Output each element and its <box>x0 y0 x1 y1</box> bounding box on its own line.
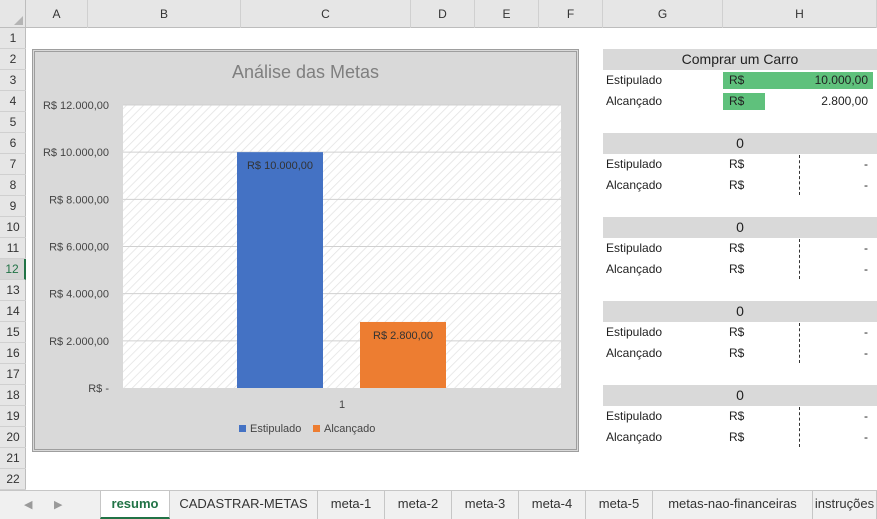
achieved-label[interactable]: Alcançado <box>606 343 662 364</box>
sheet-tab-bar: ◀ ▶ resumo CADASTRAR-METAS meta-1 meta-2 met… <box>0 490 877 519</box>
planned-label[interactable]: Estipulado <box>606 238 662 259</box>
legend-swatch <box>313 425 320 432</box>
column-header-h[interactable]: H <box>723 0 877 28</box>
currency-symbol[interactable]: R$ <box>729 322 744 343</box>
column-header-b[interactable]: B <box>88 0 241 28</box>
worksheet-grid[interactable]: Análise das Metas R$ - R$ 2.000,00 R$ 4.00… <box>26 28 877 490</box>
row-header-7[interactable]: 7 <box>0 154 26 175</box>
achieved-label[interactable]: Alcançado <box>606 259 662 280</box>
cell-border-dashed <box>799 323 800 363</box>
y-tick-label: R$ 10.000,00 <box>43 147 109 159</box>
column-header-d[interactable]: D <box>411 0 475 28</box>
planned-label[interactable]: Estipulado <box>606 70 662 91</box>
legend-label: Alcançado <box>324 423 375 435</box>
row-header-8[interactable]: 8 <box>0 175 26 196</box>
row-header-17[interactable]: 17 <box>0 364 26 385</box>
sheet-tab-meta-4[interactable]: meta-4 <box>519 491 586 519</box>
row-header-6[interactable]: 6 <box>0 133 26 154</box>
currency-symbol[interactable]: R$ <box>729 343 744 364</box>
column-header-f[interactable]: F <box>539 0 603 28</box>
legend-swatch <box>239 425 246 432</box>
row-header-21[interactable]: 21 <box>0 448 26 469</box>
legend-label: Estipulado <box>250 423 301 435</box>
sheet-tab-meta-3[interactable]: meta-3 <box>452 491 519 519</box>
goal-title[interactable]: 0 <box>603 133 877 154</box>
y-tick-label: R$ - <box>88 383 109 395</box>
currency-symbol[interactable]: R$ <box>729 154 744 175</box>
row-header-13[interactable]: 13 <box>0 280 26 301</box>
row-header-19[interactable]: 19 <box>0 406 26 427</box>
goal-title[interactable]: Comprar um Carro <box>603 49 877 70</box>
select-all-corner[interactable] <box>0 0 26 28</box>
row-header-14[interactable]: 14 <box>0 301 26 322</box>
y-tick-label: R$ 2.000,00 <box>49 336 109 348</box>
row-header-18[interactable]: 18 <box>0 385 26 406</box>
achieved-label[interactable]: Alcançado <box>606 175 662 196</box>
column-header-a[interactable]: A <box>26 0 88 28</box>
column-headers: A B C D E F G H <box>26 0 877 28</box>
row-header-11[interactable]: 11 <box>0 238 26 259</box>
sheet-tab-cadastrar-metas[interactable]: CADASTRAR-METAS <box>170 491 318 519</box>
scroll-right-icon[interactable]: ▶ <box>54 498 62 511</box>
column-header-g[interactable]: G <box>603 0 723 28</box>
x-category-label: 1 <box>339 399 345 411</box>
sheet-tab-metas-nao-financeiras[interactable]: metas-nao-financeiras <box>653 491 813 519</box>
cell-border-dashed <box>799 239 800 279</box>
column-header-e[interactable]: E <box>475 0 539 28</box>
sheet-tab-meta-5[interactable]: meta-5 <box>586 491 653 519</box>
bar-estipulado <box>237 152 323 388</box>
achieved-label[interactable]: Alcançado <box>606 91 662 112</box>
currency-symbol[interactable]: R$ <box>729 238 744 259</box>
row-header-5[interactable]: 5 <box>0 112 26 133</box>
currency-symbol[interactable]: R$ <box>729 175 744 196</box>
sheet-tab-meta-2[interactable]: meta-2 <box>385 491 452 519</box>
y-tick-label: R$ 6.000,00 <box>49 242 109 254</box>
cell-border-dashed <box>799 155 800 195</box>
goal-title[interactable]: 0 <box>603 301 877 322</box>
currency-symbol[interactable]: R$ <box>729 91 744 112</box>
y-tick-label: R$ 8.000,00 <box>49 194 109 206</box>
sheet-tab-meta-1[interactable]: meta-1 <box>318 491 385 519</box>
y-tick-label: R$ 4.000,00 <box>49 289 109 301</box>
row-header-1[interactable]: 1 <box>0 28 26 49</box>
row-header-4[interactable]: 4 <box>0 91 26 112</box>
column-header-c[interactable]: C <box>241 0 411 28</box>
achieved-value[interactable]: 2.800,00 <box>786 91 868 112</box>
goal-title[interactable]: 0 <box>603 385 877 406</box>
select-all-icon <box>14 16 23 25</box>
row-header-3[interactable]: 3 <box>0 70 26 91</box>
bar-chart: R$ - R$ 2.000,00 R$ 4.000,00 R$ 6.000,00 R$ … <box>43 100 561 435</box>
y-tick-label: R$ 12.000,00 <box>43 100 109 112</box>
currency-symbol[interactable]: R$ <box>729 406 744 427</box>
achieved-label[interactable]: Alcançado <box>606 427 662 448</box>
planned-label[interactable]: Estipulado <box>606 322 662 343</box>
row-header-2[interactable]: 2 <box>0 49 26 70</box>
cell-border-dashed <box>799 407 800 447</box>
goal-title[interactable]: 0 <box>603 217 877 238</box>
planned-label[interactable]: Estipulado <box>606 154 662 175</box>
planned-value[interactable]: 10.000,00 <box>786 70 868 91</box>
row-header-16[interactable]: 16 <box>0 343 26 364</box>
row-header-20[interactable]: 20 <box>0 427 26 448</box>
row-headers: 1 2 3 4 5 6 7 8 9 10 11 12 13 14 15 16 17 18 19 20 21 22 <box>0 28 26 490</box>
row-header-15[interactable]: 15 <box>0 322 26 343</box>
row-header-10[interactable]: 10 <box>0 217 26 238</box>
currency-symbol[interactable]: R$ <box>729 70 744 91</box>
scroll-left-icon[interactable]: ◀ <box>24 498 32 511</box>
bar-data-label: R$ 10.000,00 <box>247 160 313 172</box>
row-header-22[interactable]: 22 <box>0 469 26 490</box>
sheet-tab-instruções[interactable]: instruções <box>813 491 877 519</box>
currency-symbol[interactable]: R$ <box>729 427 744 448</box>
row-header-9[interactable]: 9 <box>0 196 26 217</box>
bar-data-label: R$ 2.800,00 <box>373 330 433 342</box>
currency-symbol[interactable]: R$ <box>729 259 744 280</box>
row-header-12[interactable]: 12 <box>0 259 26 280</box>
chart-area[interactable]: Análise das Metas R$ - R$ 2.000,00 R$ 4.00… <box>32 49 579 452</box>
planned-label[interactable]: Estipulado <box>606 406 662 427</box>
sheet-tab-resumo[interactable]: resumo <box>100 491 170 519</box>
